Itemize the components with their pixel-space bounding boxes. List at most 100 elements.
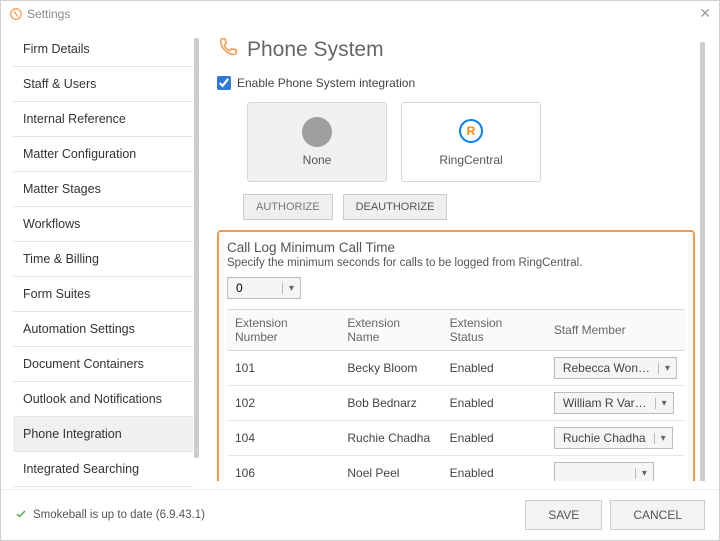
settings-window: Settings ✕ Firm Details Staff & Users In…: [0, 0, 720, 541]
check-icon: [15, 508, 27, 523]
col-ext-name[interactable]: Extension Name: [339, 310, 441, 351]
cell-ext-name: Bob Bednarz: [339, 386, 441, 421]
staff-value: William R Var…: [555, 396, 655, 410]
col-ext-status[interactable]: Extension Status: [442, 310, 546, 351]
cell-ext-status: Enabled: [442, 386, 546, 421]
page-heading: Phone System: [217, 36, 695, 64]
sidebar-item-label: Outlook and Notifications: [23, 392, 162, 406]
provider-label: RingCentral: [439, 153, 502, 167]
provider-row: None R RingCentral: [217, 102, 695, 182]
sidebar-item-matter-stages[interactable]: Matter Stages: [13, 172, 193, 207]
extensions-table: Extension Number Extension Name Extensio…: [227, 309, 685, 481]
sidebar-item-phone-integration[interactable]: Phone Integration: [13, 417, 193, 452]
cell-ext-number: 104: [227, 421, 339, 456]
enable-integration-row[interactable]: Enable Phone System integration: [217, 76, 695, 90]
call-log-section: Call Log Minimum Call Time Specify the m…: [217, 230, 695, 481]
sidebar-item-outlook-notifications[interactable]: Outlook and Notifications: [13, 382, 193, 417]
table-row: 101 Becky Bloom Enabled Rebecca Won… ▾: [227, 351, 685, 386]
page-title: Phone System: [247, 38, 384, 62]
chevron-down-icon: ▾: [635, 468, 653, 479]
status-text: Smokeball is up to date (6.9.43.1): [33, 509, 205, 521]
chevron-down-icon: ▾: [658, 363, 676, 374]
sidebar-item-form-suites[interactable]: Form Suites: [13, 277, 193, 312]
cell-ext-status: Enabled: [442, 456, 546, 482]
sidebar-item-time-billing[interactable]: Time & Billing: [13, 242, 193, 277]
sidebar-item-matter-configuration[interactable]: Matter Configuration: [13, 137, 193, 172]
main-scrollbar[interactable]: [700, 42, 705, 481]
cell-ext-name: Ruchie Chadha: [339, 421, 441, 456]
staff-dropdown[interactable]: ▾: [554, 462, 654, 481]
footer-buttons: SAVE CANCEL: [525, 500, 705, 530]
col-staff-member[interactable]: Staff Member: [546, 310, 685, 351]
sidebar-item-label: Time & Billing: [23, 252, 99, 266]
cell-ext-status: Enabled: [442, 351, 546, 386]
min-call-time-value: 0: [228, 281, 282, 295]
staff-dropdown[interactable]: Rebecca Won… ▾: [554, 357, 677, 379]
none-icon: [302, 117, 332, 147]
app-icon: [9, 7, 23, 21]
cell-staff: William R Var… ▾: [546, 386, 685, 421]
sidebar-item-label: Matter Configuration: [23, 147, 136, 161]
call-log-title: Call Log Minimum Call Time: [227, 240, 685, 255]
cell-ext-number: 106: [227, 456, 339, 482]
table-row: 104 Ruchie Chadha Enabled Ruchie Chadha …: [227, 421, 685, 456]
provider-card-none[interactable]: None: [247, 102, 387, 182]
cell-ext-number: 101: [227, 351, 339, 386]
sidebar-item-label: Workflows: [23, 217, 80, 231]
sidebar-item-label: Internal Reference: [23, 112, 126, 126]
table-row: 106 Noel Peel Enabled ▾: [227, 456, 685, 482]
sidebar: Firm Details Staff & Users Internal Refe…: [9, 28, 199, 481]
close-icon[interactable]: ✕: [699, 5, 711, 22]
cancel-button[interactable]: CANCEL: [610, 500, 705, 530]
provider-card-ringcentral[interactable]: R RingCentral: [401, 102, 541, 182]
sidebar-item-label: Phone Integration: [23, 427, 122, 441]
ringcentral-icon: R: [458, 118, 484, 147]
table-row: 102 Bob Bednarz Enabled William R Var… ▾: [227, 386, 685, 421]
chevron-down-icon: ▾: [282, 283, 300, 294]
enable-integration-label: Enable Phone System integration: [237, 76, 415, 90]
sidebar-item-label: Form Suites: [23, 287, 90, 301]
cell-ext-name: Becky Bloom: [339, 351, 441, 386]
sidebar-item-document-containers[interactable]: Document Containers: [13, 347, 193, 382]
table-header-row: Extension Number Extension Name Extensio…: [227, 310, 685, 351]
sidebar-item-automation-settings[interactable]: Automation Settings: [13, 312, 193, 347]
call-log-subtitle: Specify the minimum seconds for calls to…: [227, 257, 685, 269]
sidebar-item-label: Integrated Searching: [23, 462, 139, 476]
sidebar-item-label: Staff & Users: [23, 77, 96, 91]
min-call-time-dropdown[interactable]: 0 ▾: [227, 277, 301, 299]
deauthorize-button[interactable]: DEAUTHORIZE: [343, 194, 448, 220]
save-button[interactable]: SAVE: [525, 500, 602, 530]
cell-staff: Rebecca Won… ▾: [546, 351, 685, 386]
table-body: 101 Becky Bloom Enabled Rebecca Won… ▾: [227, 351, 685, 482]
window-title: Settings: [27, 7, 70, 21]
sidebar-item-email-marketing[interactable]: Email Marketing: [13, 487, 193, 489]
staff-value: Ruchie Chadha: [555, 431, 654, 445]
sidebar-item-staff-users[interactable]: Staff & Users: [13, 67, 193, 102]
sidebar-item-integrated-searching[interactable]: Integrated Searching: [13, 452, 193, 487]
sidebar-list: Firm Details Staff & Users Internal Refe…: [13, 32, 193, 477]
cell-ext-name: Noel Peel: [339, 456, 441, 482]
sidebar-item-label: Document Containers: [23, 357, 144, 371]
chevron-down-icon: ▾: [654, 433, 672, 444]
footer: Smokeball is up to date (6.9.43.1) SAVE …: [1, 489, 719, 540]
provider-label: None: [303, 153, 332, 167]
sidebar-item-internal-reference[interactable]: Internal Reference: [13, 102, 193, 137]
phone-icon: [217, 36, 239, 64]
auth-row: AUTHORIZE DEAUTHORIZE: [217, 194, 695, 220]
sidebar-item-workflows[interactable]: Workflows: [13, 207, 193, 242]
chevron-down-icon: ▾: [655, 398, 673, 409]
status-row: Smokeball is up to date (6.9.43.1): [15, 508, 205, 523]
authorize-button[interactable]: AUTHORIZE: [243, 194, 333, 220]
staff-dropdown[interactable]: Ruchie Chadha ▾: [554, 427, 673, 449]
cell-staff: ▾: [546, 456, 685, 482]
sidebar-item-label: Matter Stages: [23, 182, 101, 196]
col-ext-number[interactable]: Extension Number: [227, 310, 339, 351]
enable-integration-checkbox[interactable]: [217, 76, 231, 90]
cell-ext-status: Enabled: [442, 421, 546, 456]
staff-dropdown[interactable]: William R Var… ▾: [554, 392, 674, 414]
cell-ext-number: 102: [227, 386, 339, 421]
sidebar-item-firm-details[interactable]: Firm Details: [13, 32, 193, 67]
sidebar-item-label: Firm Details: [23, 42, 90, 56]
svg-text:R: R: [467, 124, 476, 138]
body: Firm Details Staff & Users Internal Refe…: [1, 28, 719, 489]
